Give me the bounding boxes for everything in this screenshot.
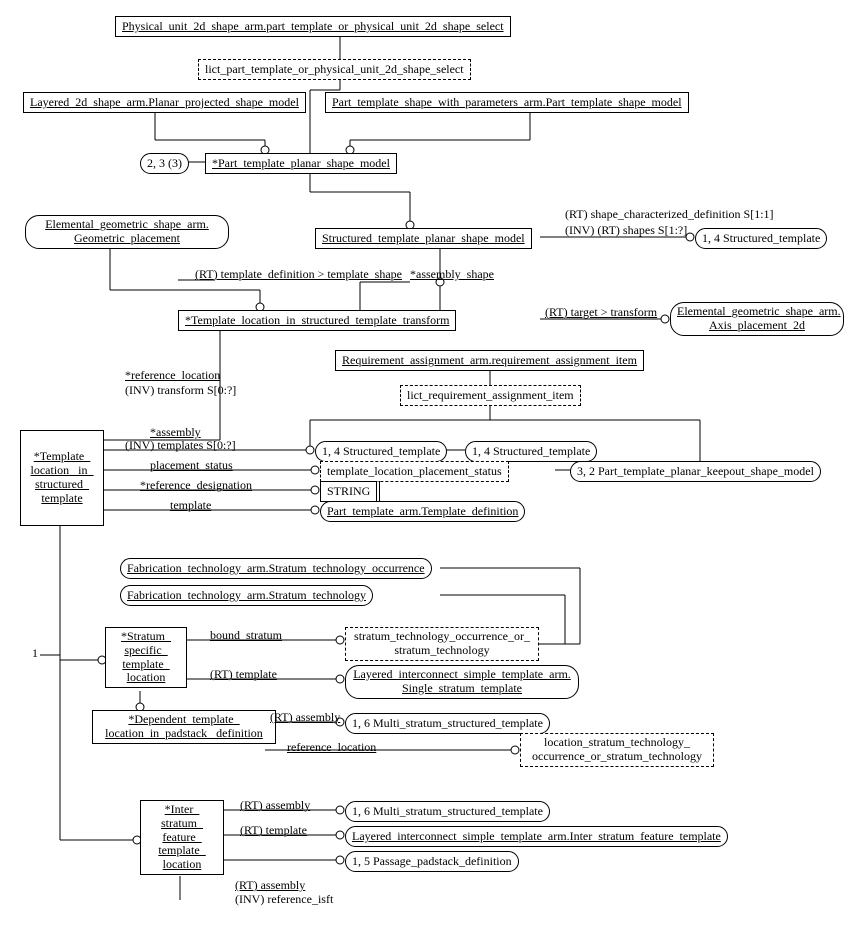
label-inv-transform: (INV) transform S[0:?] (125, 383, 236, 398)
entity-part-template-shape-with-params: Part_template_shape_with_parameters_arm.… (325, 92, 689, 113)
label-target-transform: (RT) target > transform (545, 305, 657, 320)
page-ref-structured-template-b: 1, 4 Structured_template (315, 441, 447, 462)
type-template-location-placement-status: template_location_placement_status (320, 461, 509, 482)
label-inv-templates: (INV) templates S[0:?] (125, 438, 236, 453)
entity-template-loc-transform: *Template_location_in_structured_templat… (178, 310, 456, 331)
select-lict-part-template: lict_part_template_or_physical_unit_2d_s… (198, 59, 471, 80)
entity-dependent-template-location-padstack: *Dependent_template_ location_in_padstac… (92, 710, 276, 744)
page-ref-multi-stratum-a: 1, 6 Multi_stratum_structured_template (345, 713, 550, 734)
label-template: template (170, 498, 211, 513)
page-ref-structured-template-c: 1, 4 Structured_template (465, 441, 597, 462)
page-ref-passage-padstack: 1, 5 Passage_padstack_definition (345, 851, 519, 872)
page-ref-keepout-shape: 3, 2 Part_template_planar_keepout_shape_… (570, 461, 821, 482)
label-rt-assembly-c: (RT) assembly (235, 878, 305, 893)
label-assembly-shape: *assembly_shape (410, 267, 494, 282)
label-bound-stratum: bound_stratum (210, 628, 282, 643)
label-reference-location: *reference_location (125, 368, 220, 383)
label-rt-assembly-a: (RT) assembly (270, 710, 340, 725)
label-reference-location-b: reference_location (287, 740, 376, 755)
entity-requirement-assignment-item: Requirement_assignment_arm.requirement_a… (335, 350, 644, 371)
label-inv-shapes: (INV) (RT) shapes S[1:?] (565, 223, 687, 238)
label-template-def-shape: (RT) template_definition > template_shap… (195, 267, 402, 282)
entity-stratum-specific-template-location: *Stratum_ specific_ template_ location (105, 627, 187, 688)
label-inv-reference-isft: (INV) reference_isft (235, 892, 333, 907)
select-location-stratum-tech: location_stratum_technology_ occurrence_… (520, 733, 714, 767)
entity-inter-stratum-feature-template: Layered_interconnect_simple_template_arm… (345, 826, 728, 847)
entity-elemental-geom-placement: Elemental_geometric_shape_arm. Geometric… (25, 215, 229, 249)
entity-stratum-technology: Fabrication_technology_arm.Stratum_techn… (120, 585, 373, 606)
label-rt-template-b: (RT) template (240, 823, 307, 838)
entity-layered-2d-planar-projected: Layered_2d_shape_arm.Planar_projected_sh… (23, 92, 306, 113)
label-rt-assembly-b: (RT) assembly (240, 798, 310, 813)
label-rt-template-a: (RT) template (210, 667, 277, 682)
entity-axis-placement-2d: Elemental_geometric_shape_arm. Axis_plac… (670, 302, 844, 336)
select-stratum-tech-occ-or-tech: stratum_technology_occurrence_or_ stratu… (345, 627, 539, 661)
select-lict-req-assignment: lict_requirement_assignment_item (400, 385, 581, 406)
label-shape-char-def: (RT) shape_characterized_definition S[1:… (565, 207, 774, 222)
entity-inter-stratum-feature-template-location: *Inter_ stratum_ feature_ template_ loca… (140, 800, 224, 875)
entity-structured-template-planar-shape: Structured_template_planar_shape_model (315, 228, 532, 249)
entity-template-location-in-structured-template: *Template_ location_ in_ structured_ tem… (20, 430, 104, 526)
entity-stratum-tech-occurrence: Fabrication_technology_arm.Stratum_techn… (120, 558, 432, 579)
entity-template-definition: Part_template_arm.Template_definition (320, 501, 525, 522)
type-string: STRING (320, 481, 380, 502)
entity-single-stratum-template: Layered_interconnect_simple_template_arm… (345, 665, 579, 699)
entity-part-template-planar-shape: *Part_template_planar_shape_model (205, 153, 397, 174)
page-ref-multi-stratum-b: 1, 6 Multi_stratum_structured_template (345, 801, 550, 822)
entity-physical-unit-2d-shape-select: Physical_unit_2d_shape_arm.part_template… (115, 16, 511, 37)
label-constraint-1: 1 (32, 646, 38, 661)
label-reference-designation: *reference_designation (140, 478, 252, 493)
page-ref-2-3-3: 2, 3 (3) (140, 153, 189, 174)
label-placement-status: placement_status (150, 458, 233, 473)
page-ref-structured-template-a: 1, 4 Structured_template (695, 228, 827, 249)
